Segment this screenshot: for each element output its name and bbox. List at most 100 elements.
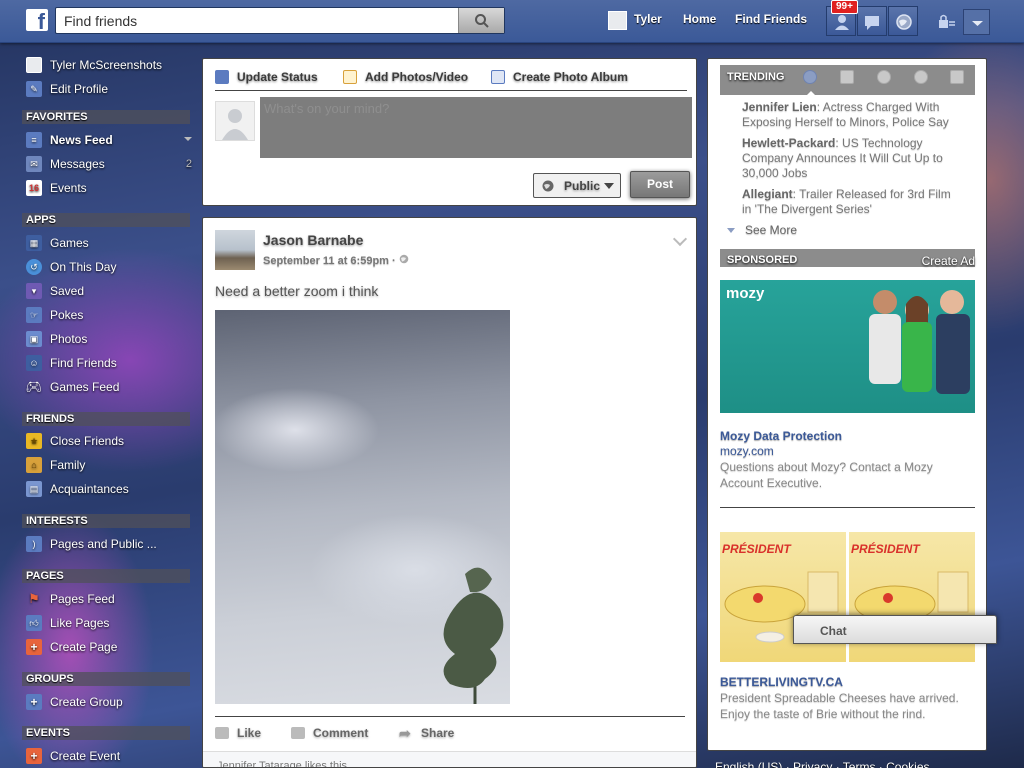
globe-icon: [542, 180, 554, 191]
ad-domain-title[interactable]: BETTERLIVINGTV.CA: [720, 675, 843, 689]
sidebar-item-find-friends[interactable]: ☺ Find Friends: [26, 352, 117, 374]
caret-down-icon: [727, 227, 735, 233]
sidebar-item-create-group[interactable]: + Create Group: [26, 691, 123, 713]
lock-icon: [939, 14, 955, 28]
tab-create-photo-album[interactable]: Create Photo Album: [491, 68, 628, 86]
tab-update-status[interactable]: Update Status: [215, 68, 318, 86]
tab-add-photos-video[interactable]: Add Photos/Video: [343, 68, 468, 86]
search-icon: [475, 14, 489, 28]
share-button[interactable]: ➦ Share: [399, 726, 454, 740]
sidebar-item-events[interactable]: 16 Events: [26, 177, 87, 199]
trending-top-icon[interactable]: [803, 70, 817, 84]
trending-item[interactable]: Jennifer Lien: Actress Charged With Expo…: [742, 100, 962, 130]
sidebar-item-label: Find Friends: [50, 356, 117, 370]
plus-icon: +: [26, 639, 42, 655]
message-icon: [865, 16, 879, 30]
home-link[interactable]: Home: [683, 12, 716, 30]
on-this-day-icon: ↺: [26, 259, 42, 275]
ad-title[interactable]: Mozy Data Protection: [720, 429, 842, 443]
like-button[interactable]: Like: [215, 726, 261, 740]
find-friends-link[interactable]: Find Friends: [735, 12, 807, 30]
sidebar-item-label: Create Group: [50, 695, 123, 709]
sidebar-item-like-pages[interactable]: 👍︎ Like Pages: [26, 612, 109, 634]
sidebar-item-messages[interactable]: ✉ Messages 2: [26, 153, 192, 175]
sidebar-item-saved[interactable]: ▾ Saved: [26, 280, 84, 302]
sidebar-item-pages-public[interactable]: ) Pages and Public ...: [26, 533, 157, 555]
acquaintances-icon: ▤: [26, 481, 42, 497]
section-apps: APPS: [22, 213, 190, 227]
post-button[interactable]: Post: [630, 171, 690, 198]
right-column: TRENDING Jennifer Lien: Actress Charged …: [707, 58, 987, 751]
sidebar-item-label: Create Page: [50, 640, 118, 654]
sidebar-item-news-feed[interactable]: ≡ News Feed: [26, 129, 192, 151]
find-friends-icon: ☺: [26, 355, 42, 371]
story-options-icon[interactable]: [672, 231, 688, 247]
house-icon: ⌂: [26, 457, 42, 473]
trending-entertainment-icon[interactable]: [950, 70, 964, 84]
likes-summary[interactable]: Jennifer Tatarage likes this.: [203, 751, 696, 767]
account-settings-button[interactable]: [963, 9, 990, 35]
mozy-ad-image[interactable]: mozy: [720, 280, 975, 413]
status-input[interactable]: [260, 97, 692, 158]
trending-sports-icon[interactable]: [914, 70, 928, 84]
trending-topic: Jennifer Lien: [742, 100, 817, 114]
trending-title: TRENDING: [727, 71, 785, 83]
see-more-link[interactable]: See More: [727, 223, 797, 237]
footer-links[interactable]: English (US) · Privacy · Terms · Cookies: [715, 760, 930, 768]
chat-bar[interactable]: Chat: [793, 615, 997, 644]
pokes-icon: ☞: [26, 307, 42, 323]
search-button[interactable]: [458, 8, 504, 33]
sidebar-item-games-feed[interactable]: 🎮︎ Games Feed: [26, 376, 120, 398]
section-pages: PAGES: [22, 569, 190, 583]
top-bar: f Tyler Home Find Friends 99+: [0, 0, 1024, 43]
trending-politics-icon[interactable]: [840, 70, 854, 84]
sidebar-item-close-friends[interactable]: ★ Close Friends: [26, 430, 124, 452]
author-avatar[interactable]: [215, 230, 255, 270]
sidebar-item-label: Events: [50, 181, 87, 195]
search-box: [55, 7, 505, 34]
privacy-shortcuts-button[interactable]: [938, 13, 956, 29]
sidebar-item-games[interactable]: ▦ Games: [26, 232, 89, 254]
album-icon: [491, 70, 505, 84]
sidebar-item-create-page[interactable]: + Create Page: [26, 636, 117, 658]
sidebar-edit-profile-label: Edit Profile: [50, 82, 109, 96]
ad-domain[interactable]: mozy.com: [720, 444, 774, 458]
author-name[interactable]: Jason Barnabe: [263, 232, 363, 248]
trending-item[interactable]: Allegiant: Trailer Released for 3rd Film…: [742, 187, 962, 217]
sidebar-profile[interactable]: Tyler McScreenshots: [26, 54, 162, 76]
sidebar-item-pokes[interactable]: ☞ Pokes: [26, 304, 83, 326]
profile-avatar[interactable]: [608, 11, 627, 30]
sidebar-item-label: Close Friends: [50, 434, 125, 448]
story-photo[interactable]: [215, 310, 510, 704]
section-events: EVENTS: [22, 726, 190, 740]
section-interests: INTERESTS: [22, 514, 190, 528]
chevron-down-icon: [972, 21, 983, 26]
trending-item[interactable]: Hewlett-Packard: US Technology Company A…: [742, 136, 962, 181]
notifications-jewel[interactable]: [888, 6, 918, 36]
facebook-logo[interactable]: f: [26, 9, 48, 31]
trending-topic: Allegiant: [742, 187, 793, 201]
sidebar-edit-profile[interactable]: ✎ Edit Profile: [26, 78, 108, 100]
sidebar-item-pages-feed[interactable]: ⚑ Pages Feed: [26, 588, 115, 610]
story-divider: [215, 716, 685, 717]
sidebar-item-acquaintances[interactable]: ▤ Acquaintances: [26, 478, 129, 500]
story-timestamp[interactable]: September 11 at 6:59pm: [263, 255, 389, 267]
news-feed-options-icon[interactable]: [184, 137, 192, 141]
trending-tab-caret: [806, 91, 816, 96]
messages-jewel[interactable]: [857, 6, 887, 36]
sidebar-item-photos[interactable]: ▣ Photos: [26, 328, 87, 350]
thumbs-up-icon: 👍︎: [26, 615, 42, 631]
privacy-selector[interactable]: Public: [533, 173, 621, 198]
messages-icon: ✉: [26, 156, 42, 172]
sidebar-item-create-event[interactable]: + Create Event: [26, 745, 120, 767]
trending-science-icon[interactable]: [877, 70, 891, 84]
saved-icon: ▾: [26, 283, 42, 299]
sidebar-item-on-this-day[interactable]: ↺ On This Day: [26, 256, 116, 278]
comment-button[interactable]: Comment: [291, 726, 368, 740]
profile-link[interactable]: Tyler: [634, 12, 662, 30]
search-input[interactable]: [56, 8, 458, 33]
privacy-label: Public: [564, 178, 601, 193]
sidebar-profile-name: Tyler McScreenshots: [50, 58, 163, 72]
create-ad-link[interactable]: Create Ad: [922, 254, 975, 268]
sidebar-item-family[interactable]: ⌂ Family: [26, 454, 85, 476]
